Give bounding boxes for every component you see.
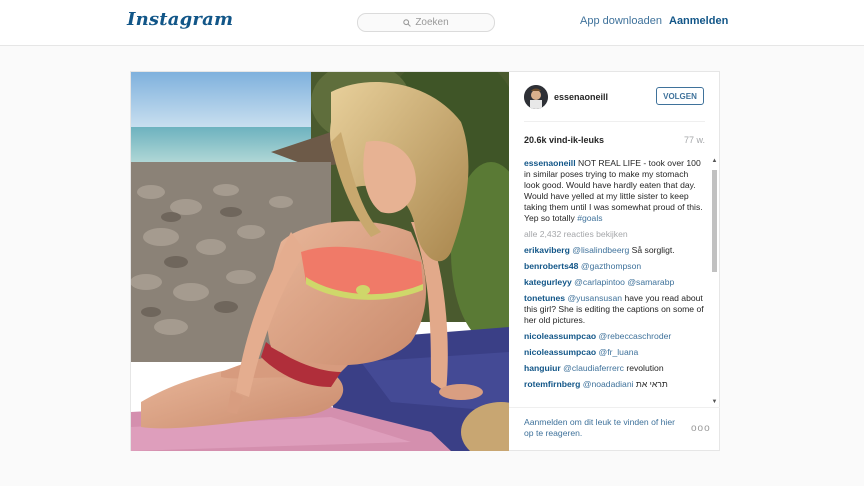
comment-username[interactable]: nicoleassumpcao [524,331,596,341]
comment-username[interactable]: tonetunes [524,293,565,303]
post-header: essenaoneill VOLGEN [509,72,720,122]
avatar-image [524,85,548,109]
user-avatar[interactable] [524,85,548,109]
comment-mention[interactable]: @noadadiani [583,379,634,389]
comment-username[interactable]: nicoleassumpcao [524,347,596,357]
comment-username[interactable]: rotemfirnberg [524,379,580,389]
comment-item: tonetunes @yusansusan have you read abou… [524,293,705,326]
search-input[interactable]: Zoeken [357,13,495,32]
scroll-up-arrow-icon[interactable]: ▲ [711,158,718,165]
comment-text: תראי את [635,379,668,389]
comment-item: benroberts48 @gazthompson [524,261,705,272]
comment-mention[interactable]: @rebeccaschroder [599,331,672,341]
comment-item: hanguiur @claudiaferrerc revolution [524,363,705,374]
post-card: essenaoneill VOLGEN 20.6k vind-ik-leuks … [130,71,720,451]
comment-text: Så sorgligt. [631,245,675,255]
comment-mention[interactable]: @gazthompson [581,261,641,271]
comment-mention[interactable]: @yusansusan [567,293,622,303]
caption-username[interactable]: essenaoneill [524,158,576,168]
header-divider [524,121,705,122]
comment-mention[interactable]: @claudiaferrerc [563,363,624,373]
load-more-comments[interactable]: alle 2,432 reacties bekijken [524,229,705,240]
instagram-logo[interactable]: Instagram [127,9,233,30]
caption-hashtag[interactable]: #goals [577,213,602,223]
caption: essenaoneill NOT REAL LIFE - took over 1… [524,158,705,224]
comments-scrollbar[interactable]: ▲ ▼ [711,158,718,406]
app-download-link[interactable]: App downloaden [580,15,662,27]
scrollbar-thumb[interactable] [712,170,717,272]
comment-item: nicoleassumpcao @rebeccaschroder [524,331,705,342]
comment-username[interactable]: kategurleyy [524,277,572,287]
comment-mention[interactable]: @lisalindbeerg [572,245,629,255]
comment-mention[interactable]: @fr_luana [599,347,639,357]
comment-item: kategurleyy @carlapintoo @samarabp [524,277,705,288]
comment-username[interactable]: benroberts48 [524,261,578,271]
top-navigation-bar: Instagram Zoeken App downloaden Aanmelde… [0,0,864,46]
comment-mention[interactable]: @carlapintoo @samarabp [574,277,674,287]
comment-list[interactable]: essenaoneill NOT REAL LIFE - took over 1… [524,158,705,406]
comment-item: nicoleassumpcao @fr_luana [524,347,705,358]
comment-item: rotemfirnberg @noadadiani תראי את [524,379,705,390]
post-footer: Aanmelden om dit leuk te vinden of hier … [509,407,720,452]
follow-button[interactable]: VOLGEN [656,87,704,105]
login-link[interactable]: Aanmelden [669,15,728,27]
search-icon [403,18,412,27]
scroll-down-arrow-icon[interactable]: ▼ [711,399,718,406]
post-image [131,72,509,451]
more-options-icon[interactable]: ooo [691,423,711,434]
login-to-like-link[interactable]: Aanmelden om dit leuk te vinden of hier … [524,417,679,439]
post-photo[interactable] [131,72,509,451]
post-sidebar: essenaoneill VOLGEN 20.6k vind-ik-leuks … [509,72,720,451]
search-placeholder: Zoeken [415,17,449,28]
comment-item: erikaviberg @lisalindbeerg Så sorgligt. [524,245,705,256]
comment-text: revolution [626,363,664,373]
post-age[interactable]: 77 w. [684,135,705,145]
comment-username[interactable]: erikaviberg [524,245,570,255]
post-username[interactable]: essenaoneill [554,92,608,102]
comment-username[interactable]: hanguiur [524,363,561,373]
likes-count[interactable]: 20.6k vind-ik-leuks [524,135,604,145]
